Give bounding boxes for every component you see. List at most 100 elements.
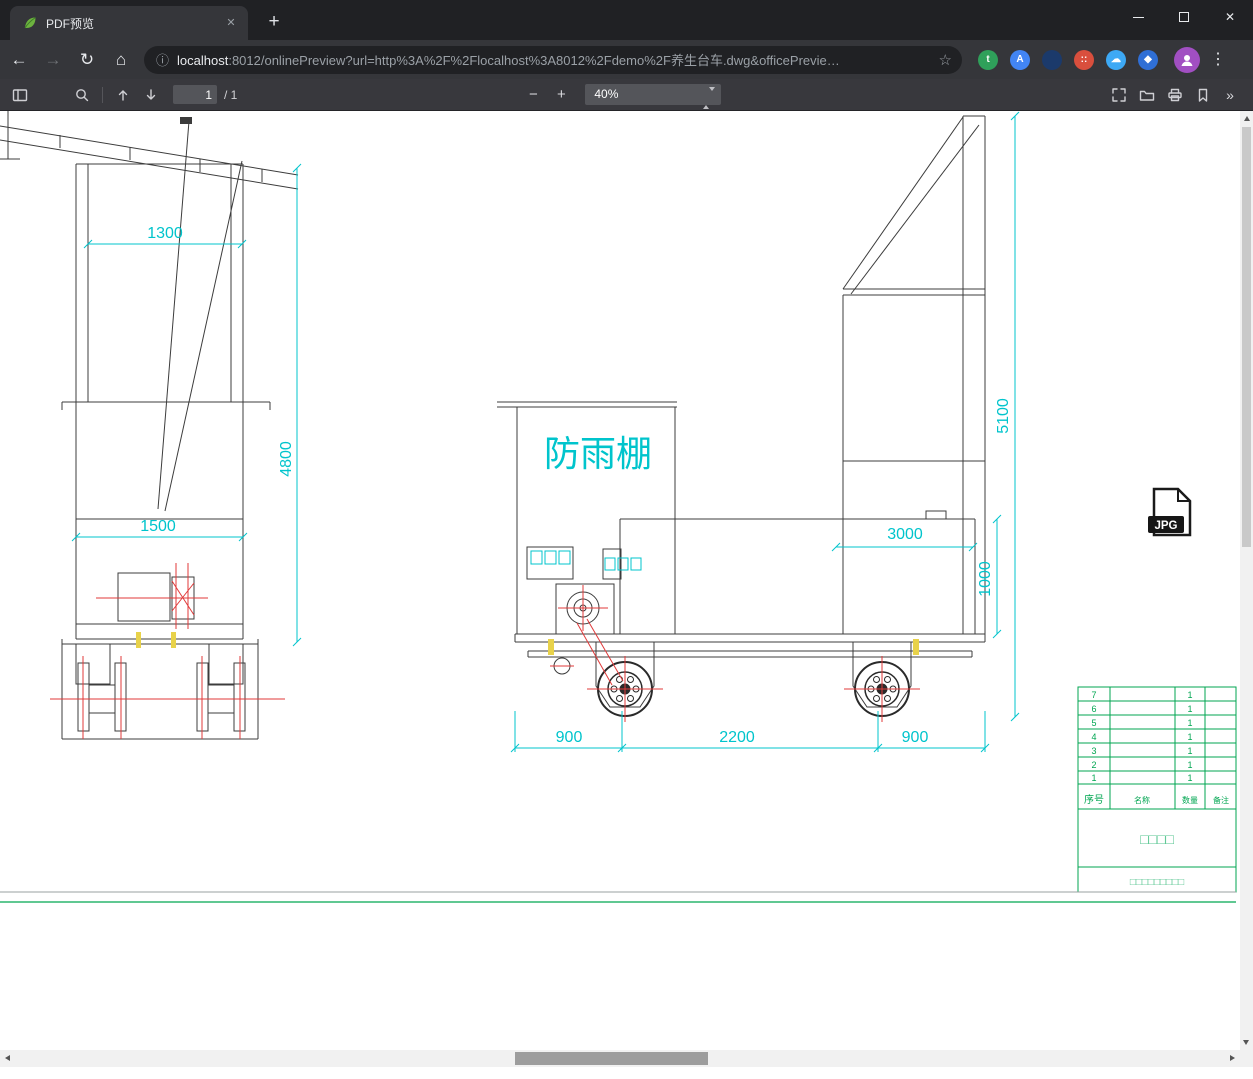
title-block-text: 7 6 5 4 3 2 1 1 1 1 1 1 1 1 序号 名称 数量 备注 … <box>1084 690 1229 888</box>
folder-open-icon <box>1139 90 1155 101</box>
arrow-up-icon <box>118 89 128 101</box>
url-path: :8012/onlinePreview?url=http%3A%2F%2Floc… <box>228 53 840 68</box>
bom-qty: 1 <box>1187 732 1192 742</box>
scroll-right-icon <box>1230 1055 1235 1061</box>
bookmark-button[interactable] <box>1189 83 1217 107</box>
maximize-icon <box>1179 12 1189 22</box>
titleblock-note: □□□□□□□□□ <box>1130 877 1184 888</box>
bom-header-qty: 数量 <box>1182 795 1198 805</box>
extension-icon-1[interactable]: t <box>978 49 998 70</box>
presentation-mode-button[interactable] <box>1105 83 1133 107</box>
person-icon <box>1181 54 1193 66</box>
site-info-icon[interactable]: ⓘ <box>156 50 169 69</box>
pdf-toolbar: / 1 − + 40% » <box>0 79 1253 111</box>
browser-tab[interactable]: PDF预览 ✕ <box>10 6 248 40</box>
more-tools-button[interactable]: » <box>1217 87 1243 103</box>
side-view <box>497 115 986 708</box>
dimension-labels: 1300 4800 1500 3000 1000 5100 900 2200 9… <box>140 225 1012 746</box>
bom-no: 5 <box>1091 718 1096 728</box>
bom-no: 3 <box>1091 746 1096 756</box>
tab-title: PDF预览 <box>46 16 95 31</box>
zoom-in-button[interactable]: + <box>547 83 575 107</box>
dim-900-right: 900 <box>902 729 929 746</box>
extension-icon-6[interactable]: ◆ <box>1138 49 1158 70</box>
horizontal-scroll-thumb[interactable] <box>515 1052 708 1065</box>
bom-no: 2 <box>1091 760 1096 770</box>
sidebar-icon <box>12 88 28 101</box>
scroll-down-icon <box>1243 1040 1249 1045</box>
select-carets-icon <box>703 87 716 109</box>
page-count-label: / 1 <box>224 87 238 102</box>
bom-qty: 1 <box>1187 746 1192 756</box>
new-tab-button[interactable]: + <box>260 9 288 37</box>
bom-qty: 1 <box>1187 704 1192 714</box>
pdf-page: 1300 4800 1500 3000 1000 5100 900 2200 9… <box>0 111 1240 1050</box>
zoom-select[interactable]: 40% <box>585 84 722 109</box>
extension-icon-3[interactable] <box>1042 49 1062 70</box>
dim-2200: 2200 <box>719 729 755 746</box>
page-number-input[interactable] <box>173 85 217 104</box>
print-button[interactable] <box>1161 83 1189 107</box>
browser-window: PDF预览 ✕ + ✕ ← → ↻ ⌂ ⓘ localhost:8012/onl… <box>0 0 1253 1079</box>
bom-header-note: 备注 <box>1213 795 1229 805</box>
scroll-left-icon <box>5 1055 10 1061</box>
minimize-button[interactable] <box>1115 0 1161 34</box>
title-block <box>1077 686 1237 893</box>
find-button[interactable] <box>68 83 96 107</box>
previous-page-button[interactable] <box>109 83 137 107</box>
jpg-file-icon: JPG <box>1148 487 1192 537</box>
sidebar-toggle-button[interactable] <box>6 83 34 107</box>
extension-icon-4[interactable]: :: <box>1074 49 1094 70</box>
url-input[interactable]: ⓘ localhost:8012/onlinePreview?url=http%… <box>144 45 962 74</box>
dim-1300: 1300 <box>147 225 183 242</box>
scrollbar-corner <box>1240 1050 1253 1067</box>
browser-menu-icon[interactable]: ⋮ <box>1206 48 1230 72</box>
reload-button[interactable]: ↻ <box>72 45 102 75</box>
sheet-border <box>0 891 1236 903</box>
horizontal-scrollbar[interactable] <box>0 1050 1240 1067</box>
search-icon <box>76 88 89 101</box>
bookmark-star-icon[interactable]: ☆ <box>939 51 952 69</box>
bom-header-name: 名称 <box>1134 795 1150 805</box>
dim-1500: 1500 <box>140 518 176 535</box>
dim-1000: 1000 <box>977 561 994 597</box>
forward-button[interactable]: → <box>38 45 68 75</box>
bom-qty: 1 <box>1187 760 1192 770</box>
scroll-up-icon <box>1243 116 1250 121</box>
dim-3000: 3000 <box>887 526 923 543</box>
close-window-button[interactable]: ✕ <box>1207 0 1253 34</box>
extension-icon-5[interactable]: ☁ <box>1106 49 1126 70</box>
back-button[interactable]: ← <box>4 45 34 75</box>
profile-avatar[interactable] <box>1174 46 1200 73</box>
window-controls: ✕ <box>1115 0 1253 34</box>
tab-close-icon[interactable]: ✕ <box>222 14 240 32</box>
maximize-button[interactable] <box>1161 0 1207 34</box>
bom-no: 7 <box>1091 690 1096 700</box>
arrow-down-icon <box>146 88 156 100</box>
printer-icon <box>1168 88 1182 101</box>
zoom-out-button[interactable]: − <box>519 83 547 107</box>
left-view <box>0 111 299 740</box>
toolbar-divider <box>102 86 103 103</box>
address-bar: ← → ↻ ⌂ ⓘ localhost:8012/onlinePreview?u… <box>0 40 1253 79</box>
bom-qty: 1 <box>1187 773 1192 783</box>
extension-icon-2[interactable]: A <box>1010 49 1030 70</box>
extensions-row: t A :: ☁ ◆ ⋮ <box>972 46 1230 73</box>
vertical-scrollbar[interactable] <box>1240 111 1253 1050</box>
spring-leaf-favicon-icon <box>22 15 38 31</box>
open-file-button[interactable] <box>1133 83 1161 107</box>
bom-no: 4 <box>1091 732 1096 742</box>
home-button[interactable]: ⌂ <box>106 45 136 75</box>
titleblock-title: □□□□ <box>1140 831 1174 847</box>
dim-900-left: 900 <box>556 729 583 746</box>
canopy-label: 防雨棚 <box>544 433 652 474</box>
jpg-label: JPG <box>1154 520 1177 532</box>
minimize-icon <box>1132 16 1144 18</box>
next-page-button[interactable] <box>137 83 165 107</box>
vertical-scroll-thumb[interactable] <box>1242 127 1251 547</box>
bom-no: 1 <box>1091 773 1096 783</box>
url-text: localhost:8012/onlinePreview?url=http%3A… <box>177 50 840 69</box>
dimensions <box>71 111 1020 753</box>
bom-qty: 1 <box>1187 690 1192 700</box>
bookmark-icon <box>1198 88 1208 102</box>
